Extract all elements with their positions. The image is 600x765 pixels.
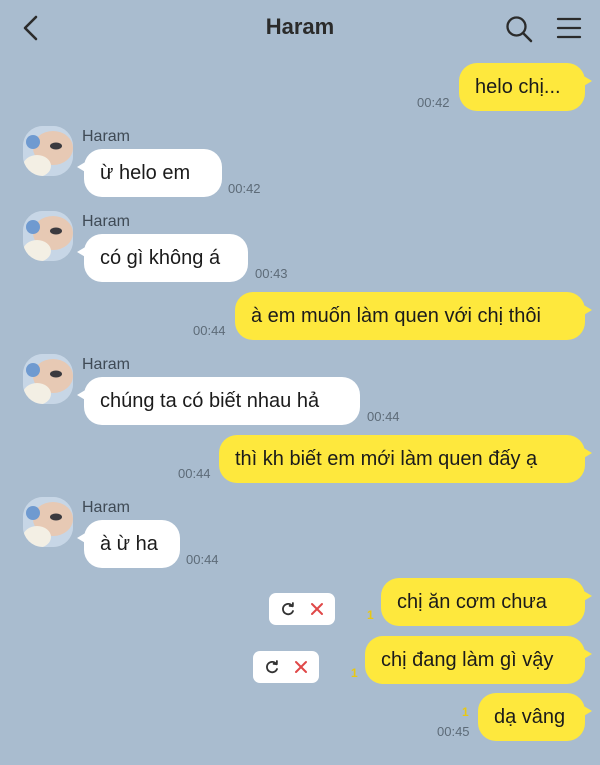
sender-name: Haram	[82, 213, 131, 230]
message-time: 00:43	[255, 266, 288, 281]
failed-message-actions	[253, 651, 319, 683]
outgoing-message-bubble[interactable]: chị đang làm gì vậy	[365, 636, 592, 684]
unread-count: 1	[367, 608, 374, 622]
avatar-image	[23, 354, 73, 404]
message-time: 00:44	[186, 552, 219, 567]
sender-name: Haram	[82, 356, 131, 373]
avatar[interactable]	[23, 354, 73, 404]
outgoing-message-bubble[interactable]: thì kh biết em mới làm quen đấy ạ	[219, 435, 592, 483]
refresh-icon	[266, 660, 278, 674]
resend-button[interactable]	[264, 659, 280, 675]
message-time: 00:44	[178, 466, 211, 481]
incoming-message-bubble[interactable]: ừ helo em	[77, 149, 222, 197]
failed-message-actions	[269, 593, 335, 625]
avatar-image	[23, 211, 73, 261]
search-icon[interactable]	[504, 14, 534, 44]
unread-count: 1	[351, 666, 358, 680]
avatar[interactable]	[23, 497, 73, 547]
incoming-message-bubble[interactable]: à ừ ha	[77, 520, 180, 568]
incoming-message-bubble[interactable]: có gì không á	[77, 234, 248, 282]
avatar-image	[23, 497, 73, 547]
sender-name: Haram	[82, 499, 131, 516]
sender-name: Haram	[82, 128, 131, 145]
message-time: 00:45	[437, 724, 470, 739]
chat-header: Haram	[0, 0, 600, 56]
message-time: 00:44	[367, 409, 400, 424]
close-icon	[311, 603, 323, 615]
refresh-icon	[282, 602, 294, 616]
outgoing-message-bubble[interactable]: chị ăn cơm chưa	[381, 578, 592, 626]
outgoing-message-bubble[interactable]: à em muốn làm quen với chị thôi	[235, 292, 592, 340]
cancel-send-button[interactable]	[310, 602, 324, 616]
incoming-message-bubble[interactable]: chúng ta có biết nhau hả	[77, 377, 360, 425]
outgoing-message-bubble[interactable]: dạ vâng	[478, 693, 592, 741]
outgoing-message-bubble[interactable]: helo chị...	[459, 63, 592, 111]
avatar-image	[23, 126, 73, 176]
hamburger-menu-icon[interactable]	[555, 15, 583, 41]
avatar[interactable]	[23, 211, 73, 261]
close-icon	[295, 661, 307, 673]
unread-count: 1	[462, 705, 469, 719]
message-time: 00:44	[193, 323, 226, 338]
avatar[interactable]	[23, 126, 73, 176]
cancel-send-button[interactable]	[294, 660, 308, 674]
resend-button[interactable]	[280, 601, 296, 617]
message-time: 00:42	[417, 95, 450, 110]
message-time: 00:42	[228, 181, 261, 196]
